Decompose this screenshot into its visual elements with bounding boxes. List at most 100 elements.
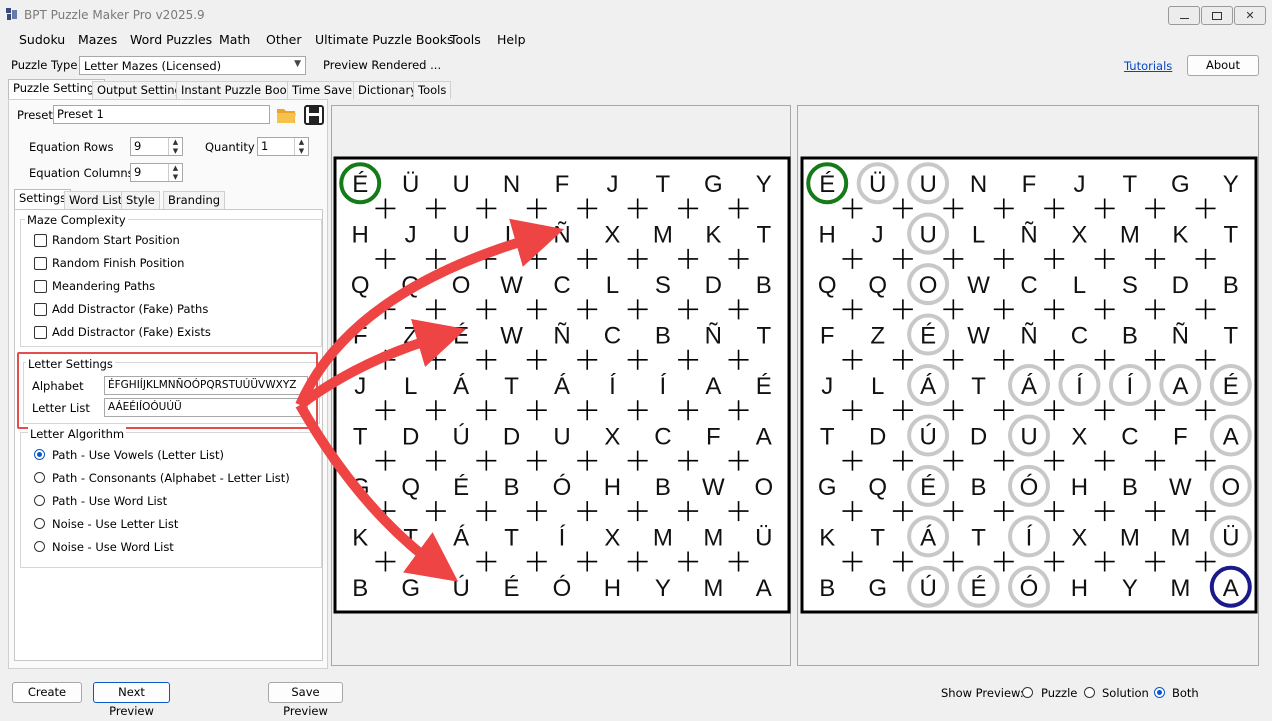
show-puzzle-label: Puzzle <box>1041 686 1078 700</box>
grid-letter: B <box>1122 323 1138 350</box>
grid-letter: D <box>970 423 987 450</box>
quantity-label: Quantity <box>205 140 255 154</box>
grid-letter: B <box>756 272 772 299</box>
tab-time-saver[interactable]: Time Saver <box>287 81 362 99</box>
open-folder-icon[interactable] <box>275 104 297 126</box>
random-finish-checkbox[interactable] <box>34 257 47 270</box>
equation-columns-label: Equation Columns <box>29 166 134 180</box>
preset-input[interactable]: Preset 1 <box>53 105 270 124</box>
chevron-down-icon: ▼ <box>294 59 301 69</box>
grid-letter: W <box>702 474 725 501</box>
grid-letter: M <box>1120 524 1140 551</box>
tab-branding[interactable]: Branding <box>163 191 226 209</box>
grid-letter: T <box>353 423 368 450</box>
grid-letter: Ü <box>1222 524 1239 551</box>
show-both-radio[interactable] <box>1154 687 1165 698</box>
path-consonants-radio[interactable] <box>34 472 45 483</box>
quantity-input[interactable]: 1 ▲ ▼ <box>257 137 309 156</box>
minimize-button[interactable] <box>1168 6 1200 25</box>
grid-letter: J <box>354 373 366 400</box>
next-preview-button[interactable]: Next Preview <box>93 682 170 718</box>
grid-letter: H <box>1071 575 1088 602</box>
grid-letter: L <box>606 272 619 299</box>
grid-letter: Ñ <box>1020 222 1037 249</box>
save-preview-button[interactable]: Save Preview <box>268 682 343 718</box>
grid-letter: U <box>919 222 936 249</box>
grid-letter: É <box>756 373 772 400</box>
tab-word-list[interactable]: Word List <box>64 191 128 209</box>
grid-letter: Á <box>453 524 469 551</box>
noise-word-list-radio[interactable] <box>34 541 45 552</box>
grid-letter: X <box>1071 524 1087 551</box>
grid-letter: K <box>1172 222 1188 249</box>
path-word-list-label: Path - Use Word List <box>52 494 168 508</box>
grid-letter: A <box>756 575 772 602</box>
puzzle-grid: É Ü U N F J T G YH J U L Ñ X M K TQ Q O W C L S D BF Z É W Ñ C B Ñ TJ L Á T… <box>333 156 791 614</box>
tutorials-link[interactable]: Tutorials <box>1124 59 1172 73</box>
create-button[interactable]: Create <box>12 682 82 703</box>
equation-columns-stepper[interactable]: ▲ ▼ <box>168 164 182 181</box>
menu-mazes[interactable]: Mazes <box>78 32 117 47</box>
menu-word-puzzles[interactable]: Word Puzzles <box>130 32 212 47</box>
path-vowels-label: Path - Use Vowels (Letter List) <box>52 448 225 462</box>
meandering-paths-checkbox[interactable] <box>34 280 47 293</box>
show-puzzle-radio[interactable] <box>1022 687 1033 698</box>
equation-rows-stepper[interactable]: ▲ ▼ <box>168 138 182 155</box>
menu-other[interactable]: Other <box>266 32 302 47</box>
tab-puzzle-settings[interactable]: Puzzle Settings <box>8 79 106 99</box>
grid-letter: G <box>704 171 723 198</box>
grid-letter: T <box>971 373 986 400</box>
grid-letter: W <box>1169 474 1192 501</box>
tab-tools[interactable]: Tools <box>413 81 452 99</box>
grid-letter: D <box>705 272 722 299</box>
grid-letter: F <box>555 171 570 198</box>
restore-button[interactable] <box>1201 6 1233 25</box>
tab-instant-puzzle-books[interactable]: Instant Puzzle Books <box>176 81 305 99</box>
noise-letter-list-radio[interactable] <box>34 518 45 529</box>
menu-math[interactable]: Math <box>219 32 250 47</box>
show-solution-radio[interactable] <box>1084 687 1095 698</box>
quantity-stepper[interactable]: ▲ ▼ <box>294 138 308 155</box>
distractor-exits-checkbox[interactable] <box>34 326 47 339</box>
puzzle-type-dropdown[interactable]: Letter Mazes (Licensed) ▼ <box>79 56 306 75</box>
grid-letter: U <box>1020 423 1037 450</box>
grid-letter: B <box>504 474 520 501</box>
menu-help[interactable]: Help <box>497 32 526 47</box>
grid-letter: A <box>756 423 772 450</box>
main-tabs: Puzzle Settings Output Settings Instant … <box>8 79 452 100</box>
grid-letter: K <box>705 222 721 249</box>
tab-style[interactable]: Style <box>121 191 160 209</box>
grid-letter: X <box>1071 222 1087 249</box>
menu-sudoku[interactable]: Sudoku <box>19 32 65 47</box>
path-vowels-radio[interactable] <box>34 449 45 460</box>
grid-letter: Ü <box>402 171 419 198</box>
grid-letter: M <box>1170 575 1190 602</box>
tab-dictionary[interactable]: Dictionary <box>353 81 422 99</box>
grid-letter: C <box>604 323 621 350</box>
grid-letter: Á <box>920 524 936 551</box>
random-start-checkbox[interactable] <box>34 234 47 247</box>
tab-settings[interactable]: Settings <box>14 189 72 209</box>
grid-letter: Ú <box>452 423 469 450</box>
distractor-paths-checkbox[interactable] <box>34 303 47 316</box>
menu-ultimate-puzzle-books[interactable]: Ultimate Puzzle Books <box>315 32 454 47</box>
grid-letter: F <box>1022 171 1037 198</box>
equation-rows-input[interactable]: 9 ▲ ▼ <box>130 137 183 156</box>
preview-status: Preview Rendered ... <box>323 58 442 72</box>
about-button[interactable]: About <box>1187 55 1259 76</box>
grid-letter: T <box>870 524 885 551</box>
grid-letter: Ñ <box>553 323 570 350</box>
grid-letter: G <box>818 474 837 501</box>
distractor-paths-label: Add Distractor (Fake) Paths <box>52 302 209 316</box>
grid-letter: C <box>1071 323 1088 350</box>
save-disk-icon[interactable] <box>303 104 325 126</box>
grid-letter: M <box>1120 222 1140 249</box>
path-word-list-radio[interactable] <box>34 495 45 506</box>
equation-columns-input[interactable]: 9 ▲ ▼ <box>130 163 183 182</box>
grid-letter: É <box>1223 373 1239 400</box>
grid-letter: Q <box>868 272 887 299</box>
close-button[interactable]: ✕ <box>1234 6 1266 25</box>
grid-letter: X <box>604 423 620 450</box>
grid-letter: T <box>971 524 986 551</box>
menu-tools[interactable]: Tools <box>450 32 481 47</box>
